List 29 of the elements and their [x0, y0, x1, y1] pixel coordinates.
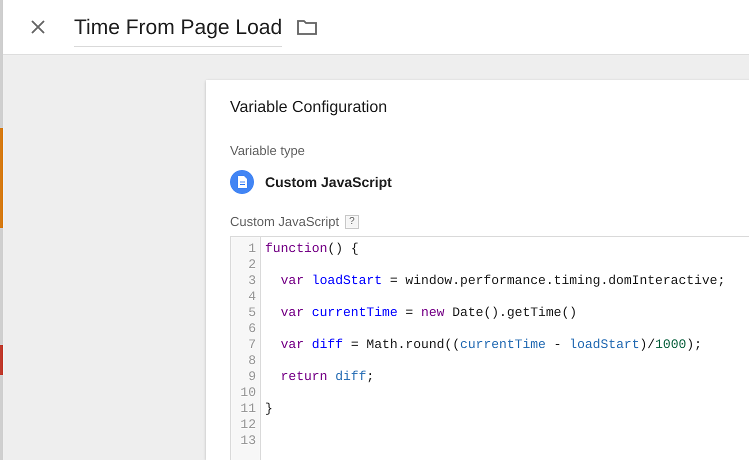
code-line: function() {	[265, 241, 360, 257]
code-line: var currentTime = new Date().getTime()	[280, 305, 578, 321]
line-number: 12	[240, 417, 257, 433]
card-title: Variable Configuration	[230, 99, 388, 117]
code-line: return diff;	[280, 369, 376, 385]
line-number: 10	[240, 385, 257, 401]
folder-icon	[297, 19, 318, 35]
variable-type-label: Variable type	[230, 143, 306, 158]
line-number: 9	[248, 369, 257, 385]
code-line: var diff = Math.round((currentTime - loadStart)/1000);	[280, 337, 703, 353]
line-number: 7	[248, 337, 257, 353]
line-number: 1	[248, 241, 257, 257]
help-button[interactable]: ?	[345, 214, 359, 228]
close-icon	[31, 20, 45, 34]
document-icon	[230, 170, 254, 194]
variable-type-name: Custom JavaScript	[265, 174, 392, 190]
line-number: 2	[248, 257, 257, 273]
line-number: 11	[240, 401, 257, 417]
line-number: 6	[248, 321, 257, 337]
code-label: Custom JavaScript	[230, 214, 340, 229]
code-line: var loadStart = window.performance.timing.domInteractive;	[280, 273, 726, 289]
code-line: }	[265, 401, 274, 417]
name-field[interactable]: Time From Page Load	[74, 12, 282, 46]
line-number: 5	[248, 305, 257, 321]
line-number: 13	[240, 433, 257, 449]
line-number: 4	[248, 289, 257, 305]
line-number: 8	[248, 353, 257, 369]
line-number: 3	[248, 273, 257, 289]
code-editor[interactable]	[230, 236, 749, 460]
